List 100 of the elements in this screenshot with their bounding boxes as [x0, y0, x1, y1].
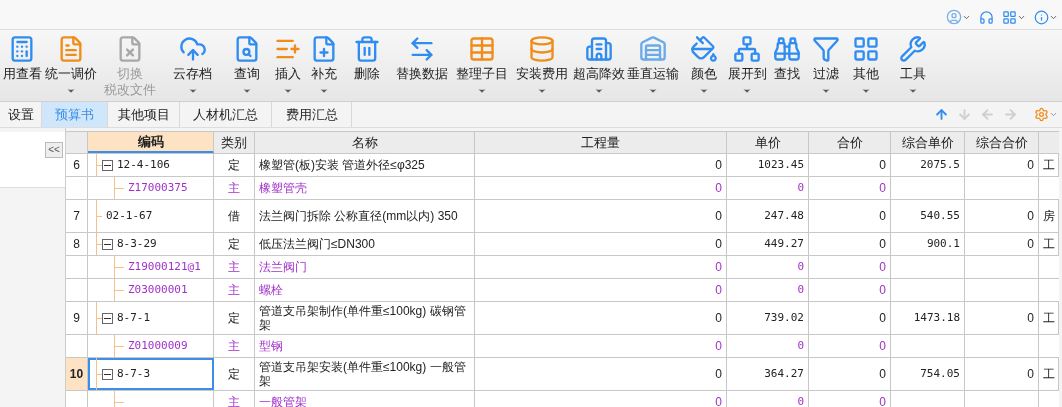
table-cell: 0 — [475, 177, 727, 199]
column-header[interactable]: 编码 — [88, 132, 214, 153]
ribbon-button[interactable]: 整理子目 — [452, 35, 512, 96]
tab[interactable]: 费用汇总 — [272, 102, 352, 127]
ribbon-button[interactable]: 用查看 — [0, 35, 44, 82]
ribbon-button[interactable]: 颜色 — [680, 35, 727, 96]
tree-cell[interactable]: 8-3-29 — [88, 233, 214, 255]
collapse-toggle[interactable] — [102, 312, 113, 324]
table-cell: 借 — [214, 200, 255, 232]
table-cell: 主 — [214, 335, 255, 357]
database-icon — [528, 35, 556, 63]
ribbon-button[interactable]: 云存档 — [161, 35, 224, 96]
row-number: 10 — [66, 358, 88, 390]
cloud-upload-icon — [178, 35, 207, 63]
ribbon-button[interactable]: 安装费用 — [512, 35, 572, 96]
ribbon-button[interactable]: 垂直运输 — [626, 35, 680, 96]
ribbon-button[interactable]: 补充 — [306, 35, 342, 96]
column-header[interactable]: 名称 — [255, 132, 475, 153]
row-number: 6 — [66, 154, 88, 176]
collapse-toggle[interactable] — [102, 238, 113, 250]
table-cell: 主 — [214, 279, 255, 301]
tree-cell[interactable]: Z19000121@1 — [88, 256, 214, 278]
trash-icon — [353, 35, 381, 63]
ribbon-button[interactable]: 展开到 — [727, 35, 767, 96]
tree-cell[interactable]: Z01000009 — [88, 335, 214, 357]
table-cell: 0 — [809, 154, 891, 176]
table-cell: 0 — [727, 256, 809, 278]
table-cell: 定 — [214, 302, 255, 334]
table-cell: 0 — [965, 233, 1039, 255]
column-settings-icon[interactable] — [1034, 107, 1058, 122]
item-code: Z19000121@1 — [128, 258, 201, 275]
table-cell: 定 — [214, 154, 255, 176]
ribbon-button[interactable]: 过滤 — [807, 35, 844, 96]
table-cell: 0 — [475, 154, 727, 176]
collapse-button[interactable]: << — [45, 142, 63, 158]
table-cell: 工 — [1039, 154, 1059, 176]
tree-cell[interactable]: 8-7-3 — [88, 358, 214, 390]
ribbon-button[interactable]: 超高降效 — [572, 35, 626, 96]
table-cell: 型钢 — [255, 335, 475, 357]
table-cell: 0 — [727, 391, 809, 407]
table-cell: 449.27 — [727, 233, 809, 255]
table-cell: 0 — [965, 358, 1039, 390]
item-code: 8-7-3 — [117, 365, 151, 382]
table-cell: 0 — [727, 335, 809, 357]
ribbon-button[interactable]: 查找 — [767, 35, 807, 82]
table-cell: 法兰阀门 — [255, 256, 475, 278]
wrench-icon — [899, 35, 927, 63]
column-header[interactable]: 综合合价 — [965, 132, 1039, 153]
table-cell: 0 — [809, 177, 891, 199]
ribbon-button[interactable]: 工具 — [887, 35, 939, 96]
table-cell: 247.48 — [727, 200, 809, 232]
ribbon-button[interactable]: 其他 — [844, 35, 887, 96]
row-number: 8 — [66, 233, 88, 255]
item-code: Z17000375 — [128, 179, 188, 196]
tree-cell[interactable]: 8-7-1 — [88, 302, 214, 334]
table-cell: 工 — [1039, 302, 1059, 334]
table-cell: 主 — [214, 256, 255, 278]
item-code: Z01000009 — [128, 337, 188, 354]
tree-cell[interactable]: Z03000001 — [88, 279, 214, 301]
column-header[interactable]: 合价 — [809, 132, 891, 153]
table-cell: 一般管架 — [255, 391, 475, 407]
info-icon[interactable] — [1034, 10, 1058, 25]
tree-cell[interactable]: Z17000375 — [88, 177, 214, 199]
table-cell: 0 — [809, 302, 891, 334]
ribbon-button[interactable]: 查询 — [224, 35, 270, 96]
table-cell: 1023.45 — [727, 154, 809, 176]
table-cell: 540.55 — [891, 200, 965, 232]
user-avatar-icon[interactable] — [946, 9, 971, 25]
collapse-toggle[interactable] — [102, 368, 113, 380]
table-cell: 0 — [809, 233, 891, 255]
table-cell: 0 — [475, 200, 727, 232]
row-number: 9 — [66, 302, 88, 334]
ribbon-button[interactable]: 统一调价 — [44, 35, 98, 96]
column-header[interactable]: 类别 — [214, 132, 255, 153]
column-header[interactable]: 工程量 — [475, 132, 727, 153]
table-cell: 0 — [965, 302, 1039, 334]
table-cell: 定 — [214, 358, 255, 390]
tab[interactable]: 其他项目 — [108, 102, 180, 127]
table-cell: 364.27 — [727, 358, 809, 390]
paint-bucket-icon — [689, 35, 718, 63]
tree-cell[interactable]: 02-1-67 — [88, 200, 214, 232]
tree-cell[interactable]: 12-4-106 — [88, 154, 214, 176]
table-cell: 工 — [1039, 233, 1059, 255]
ribbon-button[interactable]: 删除 — [342, 35, 392, 82]
headset-icon[interactable] — [979, 10, 994, 25]
ribbon-button[interactable]: 替换数据 — [392, 35, 452, 82]
table-cell: 0 — [475, 335, 727, 357]
table-cell: 螺栓 — [255, 279, 475, 301]
apps-grid-icon[interactable] — [1002, 10, 1026, 25]
ribbon-button[interactable]: 插入 — [270, 35, 306, 96]
column-header[interactable]: 综合单价 — [891, 132, 965, 153]
collapse-toggle[interactable] — [102, 159, 113, 171]
table-cell: 0 — [809, 279, 891, 301]
tab[interactable]: 人材机汇总 — [180, 102, 272, 127]
item-code: Z03000001 — [128, 281, 188, 298]
table-cell: 房 — [1039, 200, 1059, 232]
table-cell: 工 — [1039, 358, 1059, 390]
table-cell: 900.1 — [891, 233, 965, 255]
table-cell: 0 — [727, 279, 809, 301]
column-header[interactable]: 单价 — [727, 132, 809, 153]
